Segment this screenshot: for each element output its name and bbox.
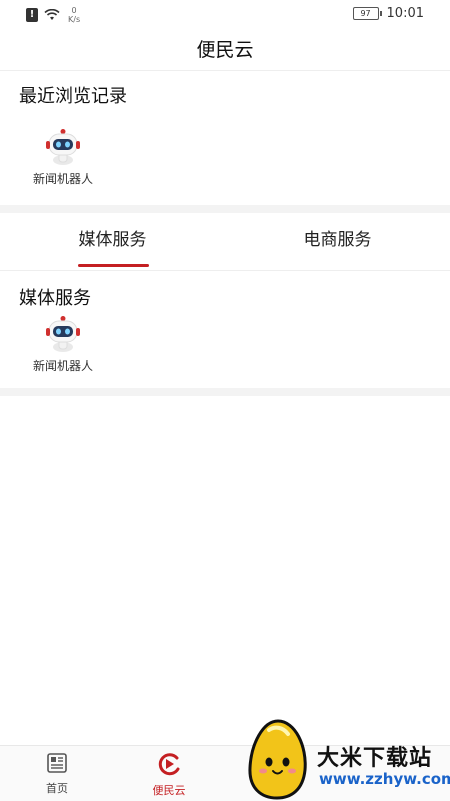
net-speed-value: 0 (71, 6, 77, 15)
news-icon (47, 753, 67, 773)
title-bar: 便民云 (0, 30, 450, 70)
status-bar: ! 0 K/s 97 10:01 (0, 0, 450, 28)
media-item-news-robot[interactable]: 新闻机器人 (18, 315, 108, 374)
play-cloud-icon (158, 753, 180, 776)
status-left: ! 0 K/s (26, 6, 80, 24)
section-gap (0, 205, 450, 213)
tab-ecommerce-services[interactable]: 电商服务 (225, 213, 450, 269)
active-tab-indicator (78, 264, 149, 267)
media-section-title: 媒体服务 (19, 288, 91, 309)
battery-icon: 97 (352, 7, 382, 20)
service-tabs: 媒体服务 电商服务 (0, 213, 450, 269)
media-item-label: 新闻机器人 (32, 359, 93, 373)
battery-level: 97 (360, 9, 371, 18)
recent-item-label: 新闻机器人 (32, 172, 93, 186)
net-speed: 0 K/s (68, 6, 80, 24)
nav-item-convenience-cloud[interactable]: 便民云 (124, 752, 214, 798)
page-title: 便民云 (196, 39, 254, 61)
robot-icon (46, 316, 80, 352)
tabs-divider (0, 270, 450, 271)
watermark: 大米下载站 www.zzhyw.com (243, 718, 450, 800)
clock: 10:01 (386, 6, 424, 21)
title-divider (0, 70, 450, 71)
nav-item-home[interactable]: 首页 (12, 752, 102, 796)
nav-label-home: 首页 (46, 782, 68, 795)
nav-label-convenience-cloud: 便民云 (152, 784, 186, 797)
status-right: 97 10:01 (352, 6, 424, 21)
robot-icon (46, 129, 80, 165)
net-speed-unit: K/s (68, 15, 81, 24)
sim-alert-icon: ! (26, 8, 38, 22)
section-gap-bottom (0, 388, 450, 396)
mascot-icon (248, 719, 307, 800)
wifi-icon (44, 9, 60, 20)
watermark-url: www.zzhyw.com (319, 770, 450, 788)
watermark-brand: 大米下载站 (317, 746, 433, 771)
recent-section-title: 最近浏览记录 (19, 86, 127, 107)
recent-item-news-robot[interactable]: 新闻机器人 (18, 128, 108, 187)
tab-media-services[interactable]: 媒体服务 (0, 213, 225, 269)
